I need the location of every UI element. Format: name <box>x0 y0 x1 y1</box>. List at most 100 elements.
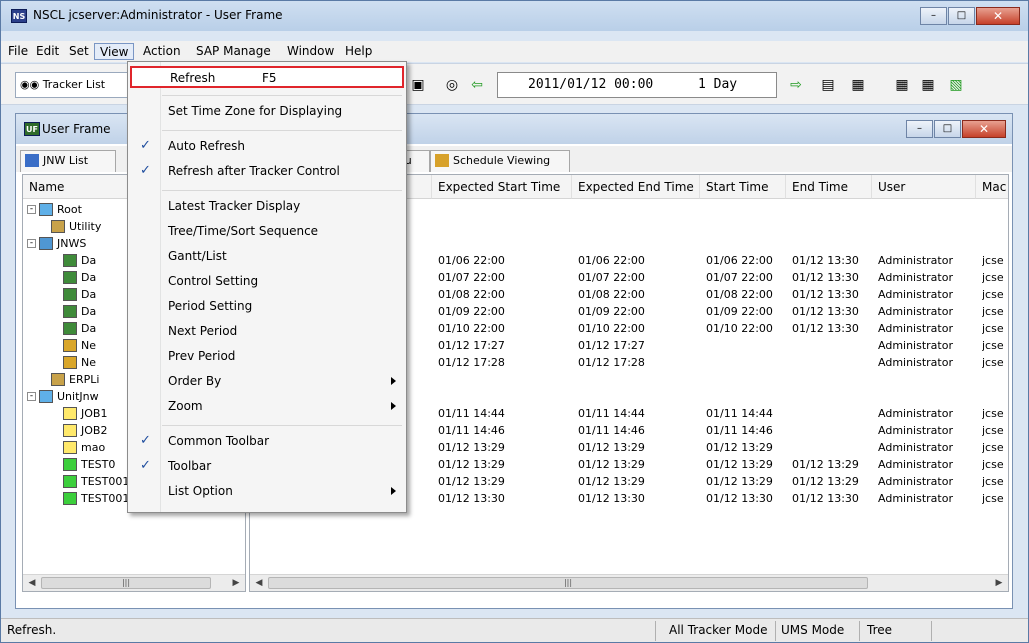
view-menu-item[interactable]: Next Period <box>130 321 404 343</box>
view-menu-item[interactable]: Set Time Zone for Displaying <box>130 101 404 123</box>
menu-window[interactable]: Window <box>282 43 339 60</box>
collapse-icon[interactable]: - <box>27 392 36 401</box>
column-header[interactable]: User <box>872 175 976 199</box>
inner-close-button[interactable]: ✕ <box>962 120 1006 138</box>
search-icon[interactable]: ▣ <box>409 77 427 93</box>
table-cell-exp-end <box>578 388 700 405</box>
tracker-view-icon[interactable]: ▦ <box>849 77 867 93</box>
table-cell-exp-end: 01/08 22:00 <box>578 288 645 301</box>
table-cell-exp-start: 01/12 13:30 <box>438 492 505 505</box>
job-yellow-icon <box>63 441 77 454</box>
scroll-thumb[interactable]: ||| <box>41 577 211 589</box>
menu-file[interactable]: File <box>3 43 33 60</box>
table-cell-exp-end: 01/11 14:44 <box>578 407 645 420</box>
table-cell-exp-start: 01/06 22:00 <box>438 254 505 267</box>
column-header[interactable]: End Time <box>786 175 872 199</box>
tree-node-label: Ne <box>81 356 96 369</box>
minimize-button[interactable]: – <box>920 7 947 25</box>
table-cell-start: 01/12 13:29 <box>706 458 773 471</box>
period-span: 1 Day <box>698 77 738 92</box>
tree-node-label: Da <box>81 288 97 301</box>
table-cell-end <box>792 337 872 354</box>
table-cell-exp-start <box>438 388 572 405</box>
table-cell-mac <box>982 388 1008 405</box>
inner-minimize-button[interactable]: – <box>906 120 933 138</box>
menu-action[interactable]: Action <box>138 43 186 60</box>
menu-help[interactable]: Help <box>340 43 377 60</box>
tab-label: JNW List <box>43 154 89 167</box>
tab-jnw-list[interactable]: JNW List <box>20 150 116 172</box>
column-header[interactable]: Start Time <box>700 175 786 199</box>
view-menu-item-label: Refresh after Tracker Control <box>168 164 340 178</box>
scroll-left-icon[interactable]: ◀ <box>252 576 266 590</box>
find-icon[interactable]: ◎ <box>443 77 461 93</box>
jnw-list-icon <box>25 154 39 167</box>
table-cell-start: 01/11 14:46 <box>706 424 773 437</box>
job-network-icon <box>63 305 77 318</box>
table-cell-user: Administrator <box>878 441 953 454</box>
table-cell-start: 01/09 22:00 <box>706 305 773 318</box>
table-cell-user <box>878 201 976 218</box>
view-menu-item[interactable]: Gantt/List <box>130 246 404 268</box>
tree-node-label: TEST0 <box>81 458 116 471</box>
tracker-search-icon[interactable]: ▤ <box>819 77 837 93</box>
scroll-right-icon[interactable]: ▶ <box>992 576 1006 590</box>
glasses-icon: ◉◉ <box>20 78 40 91</box>
tree-hscrollbar[interactable]: ◀ ||| ▶ <box>23 574 245 591</box>
tracker-grid-icon[interactable]: ▦ <box>893 77 911 93</box>
view-menu-item[interactable]: Latest Tracker Display <box>130 196 404 218</box>
menu-sap-manage[interactable]: SAP Manage <box>191 43 276 60</box>
view-menu-item[interactable]: ✓ Refresh after Tracker Control <box>130 161 404 183</box>
table-cell-user <box>878 235 976 252</box>
tracker-grid2-icon[interactable]: ▦ <box>919 77 937 93</box>
close-button[interactable]: ✕ <box>976 7 1020 25</box>
table-cell-end <box>792 371 872 388</box>
view-menu-item[interactable]: Control Setting <box>130 271 404 293</box>
view-menu-item[interactable]: ✓ Toolbar <box>130 456 404 478</box>
view-menu-item[interactable]: ✓ Auto Refresh <box>130 136 404 158</box>
table-cell-user: Administrator <box>878 458 953 471</box>
scroll-right-icon[interactable]: ▶ <box>229 576 243 590</box>
tracker-list-button[interactable]: ◉◉ Tracker List <box>15 72 133 98</box>
collapse-icon[interactable]: - <box>27 205 36 214</box>
tab-schedule-viewing[interactable]: Schedule Viewing <box>430 150 570 172</box>
column-header[interactable]: Expected Start Time <box>432 175 572 199</box>
menu-set[interactable]: Set <box>64 43 94 60</box>
table-cell-mac: jcse <box>982 475 1004 488</box>
scroll-thumb[interactable]: ||| <box>268 577 868 589</box>
view-menu-item[interactable]: Period Setting <box>130 296 404 318</box>
menu-edit[interactable]: Edit <box>31 43 64 60</box>
column-header[interactable]: Mac <box>976 175 1008 199</box>
column-header[interactable]: Expected End Time <box>572 175 700 199</box>
collapse-icon[interactable]: - <box>27 239 36 248</box>
table-cell-start: 01/10 22:00 <box>706 322 773 335</box>
status-bar: Refresh. All Tracker Mode UMS Mode Tree <box>1 618 1028 642</box>
user-frame-title: User Frame <box>42 122 111 136</box>
list-hscrollbar[interactable]: ◀ ||| ▶ <box>250 574 1008 591</box>
view-menu-item-label: Prev Period <box>168 349 236 363</box>
view-menu-item[interactable]: Prev Period <box>130 346 404 368</box>
title-bar[interactable]: NS NSCL jcserver:Administrator - User Fr… <box>1 1 1028 31</box>
table-cell-end: 01/12 13:29 <box>792 475 859 488</box>
view-menu-item[interactable]: Order By <box>130 371 404 393</box>
table-cell-user: Administrator <box>878 271 953 284</box>
shortcut-label: F5 <box>262 71 277 85</box>
scroll-left-icon[interactable]: ◀ <box>25 576 39 590</box>
table-cell-user: Administrator <box>878 288 953 301</box>
inner-maximize-button[interactable]: □ <box>934 120 961 138</box>
maximize-icon: □ <box>942 123 953 134</box>
view-menu-item[interactable]: Zoom <box>130 396 404 418</box>
view-menu-item[interactable]: ✓ Common Toolbar <box>130 431 404 453</box>
checkmark-icon: ✓ <box>140 458 151 473</box>
view-menu-item[interactable]: List Option <box>130 481 404 503</box>
maximize-button[interactable]: □ <box>948 7 975 25</box>
view-menu-item[interactable]: Refresh F5 <box>130 66 404 88</box>
tracker-web-icon[interactable]: ▧ <box>947 77 965 93</box>
view-menu-item[interactable]: Tree/Time/Sort Sequence <box>130 221 404 243</box>
next-period-arrow-icon[interactable]: ⇨ <box>787 77 805 93</box>
status-message: Refresh. <box>7 623 57 637</box>
prev-period-arrow-icon[interactable]: ⇦ <box>468 77 486 93</box>
period-display[interactable]: 2011/01/12 00:00 1 Day <box>497 72 777 98</box>
menu-view[interactable]: View <box>94 43 135 60</box>
table-cell-exp-end <box>578 201 700 218</box>
